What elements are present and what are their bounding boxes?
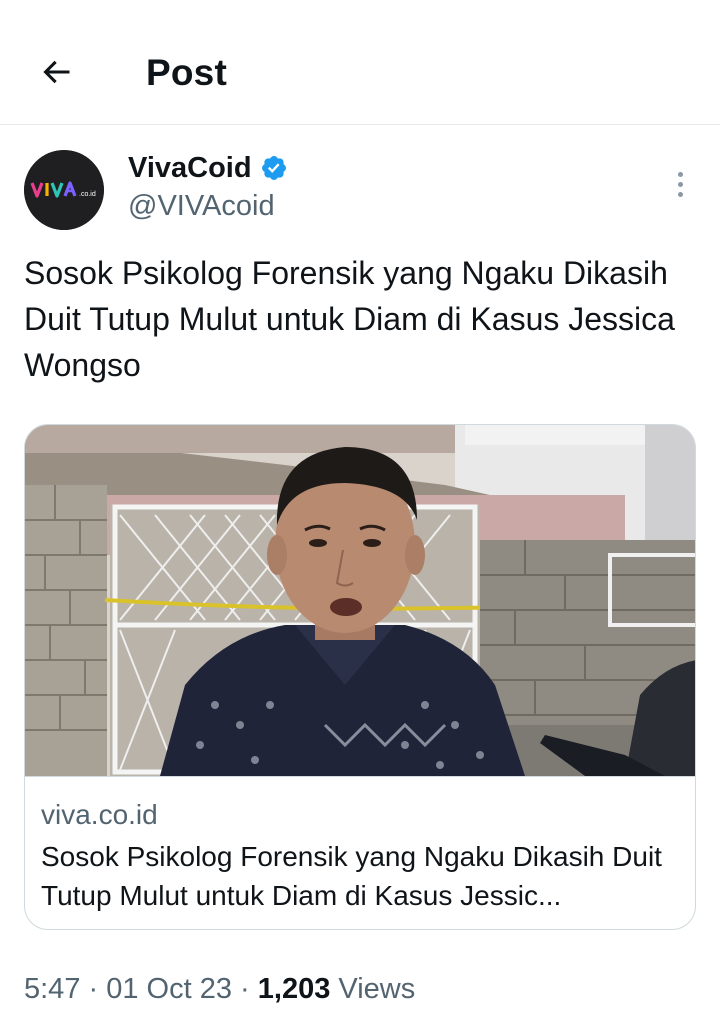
tweet-time[interactable]: 5:47 — [24, 973, 80, 1005]
more-options-button[interactable] — [660, 164, 700, 204]
more-dot-icon — [677, 181, 683, 187]
author-display-name[interactable]: VivaCoid — [128, 150, 252, 186]
author-handle[interactable]: @VIVAcoid — [128, 188, 275, 224]
meta-separator: · — [231, 973, 258, 1005]
viva-logo-icon: .co.id — [24, 150, 104, 230]
more-dot-icon — [677, 171, 683, 177]
back-button[interactable] — [30, 46, 82, 98]
arrow-left-icon — [43, 60, 70, 84]
tweet-date[interactable]: 01 Oct 23 — [106, 973, 232, 1005]
card-meta[interactable]: viva.co.id Sosok Psikolog Forensik yang … — [25, 776, 695, 929]
page-title: Post — [146, 52, 227, 93]
card-title: Sosok Psikolog Forensik yang Ngaku Dikas… — [41, 841, 662, 911]
card-domain: viva.co.id — [41, 799, 158, 830]
verified-badge-icon — [261, 156, 286, 180]
meta-separator: · — [80, 973, 107, 1005]
views-label[interactable]: Views — [330, 973, 415, 1005]
link-card[interactable]: viva.co.id Sosok Psikolog Forensik yang … — [24, 424, 696, 930]
tweet-meta: 5:47 · 01 Oct 23 · 1,203 Views — [24, 970, 415, 1008]
card-image[interactable] — [25, 425, 695, 776]
author-name-row[interactable]: VivaCoid — [128, 150, 288, 186]
card-photo — [25, 425, 695, 776]
svg-text:.co.id: .co.id — [79, 191, 96, 198]
tweet-text: Sosok Psikolog Forensik yang Ngaku Dikas… — [24, 255, 675, 383]
more-dot-icon — [677, 191, 683, 197]
views-count[interactable]: 1,203 — [258, 973, 331, 1005]
avatar[interactable]: .co.id — [24, 150, 104, 230]
top-bar: Post — [0, 0, 720, 125]
